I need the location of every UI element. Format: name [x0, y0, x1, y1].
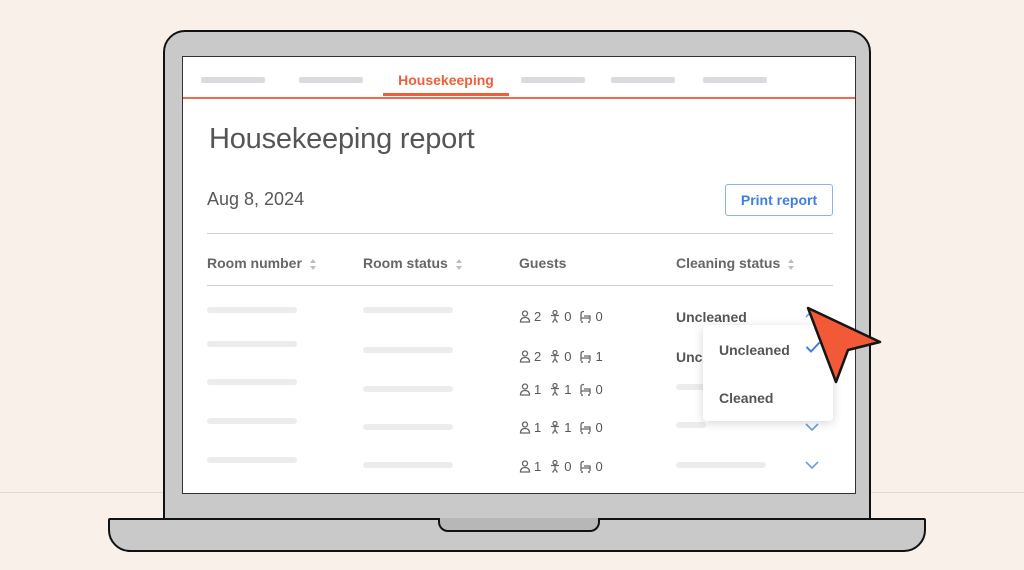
guest-counts: 1 1 0: [519, 382, 608, 397]
room-status-placeholder: [363, 347, 453, 353]
nav-tab-placeholder[interactable]: [611, 77, 675, 83]
adult-count: 1: [534, 420, 542, 435]
infant-icon: [580, 350, 592, 363]
cleaning-status-value[interactable]: Uncleaned: [676, 309, 747, 325]
laptop-screen: Housekeeping Housekeeping report Aug 8, …: [182, 56, 856, 494]
adult-count: 1: [534, 382, 542, 397]
col-header-label: Cleaning status: [676, 255, 781, 271]
infant-icon: [580, 460, 592, 473]
guest-counts: 1 1 0: [519, 420, 608, 435]
divider: [207, 285, 833, 286]
child-icon: [551, 421, 560, 434]
cleaning-status-placeholder[interactable]: [676, 422, 706, 428]
cleaning-status-placeholder[interactable]: [676, 384, 706, 390]
infant-count: 0: [595, 382, 603, 397]
print-report-button[interactable]: Print report: [725, 184, 833, 216]
nav-tab-placeholder[interactable]: [521, 77, 585, 83]
room-number-placeholder: [207, 307, 297, 313]
infant-icon: [580, 383, 592, 396]
table-row: 1 1 0: [183, 417, 855, 453]
nav-tab-placeholder[interactable]: [703, 77, 767, 83]
col-header-room-number[interactable]: Room number: [207, 255, 317, 271]
room-status-placeholder: [363, 462, 453, 468]
cursor-arrow-icon: [806, 306, 882, 384]
chevron-down-icon[interactable]: [805, 423, 819, 432]
dropdown-option-cleaned[interactable]: Cleaned: [719, 390, 773, 406]
report-date: Aug 8, 2024: [207, 189, 305, 209]
col-header-label: Room number: [207, 255, 302, 271]
adult-icon: [519, 350, 531, 363]
child-count: 0: [564, 309, 572, 324]
infant-count: 0: [595, 420, 603, 435]
laptop-notch: [438, 518, 600, 532]
room-number-placeholder: [207, 341, 297, 347]
child-icon: [551, 310, 560, 323]
guest-counts: 2 0 0: [519, 309, 608, 324]
top-nav: Housekeeping: [183, 57, 855, 99]
dropdown-option-uncleaned[interactable]: Uncleaned: [719, 342, 790, 358]
child-count: 0: [564, 459, 572, 474]
col-header-guests: Guests: [519, 255, 566, 271]
col-header-cleaning-status[interactable]: Cleaning status: [676, 255, 795, 271]
room-status-placeholder: [363, 386, 453, 392]
adult-icon: [519, 383, 531, 396]
col-header-label: Room status: [363, 255, 448, 271]
tab-housekeeping[interactable]: Housekeeping: [385, 72, 507, 88]
chevron-down-icon[interactable]: [805, 461, 819, 470]
sort-icon: [309, 258, 316, 270]
nav-tab-placeholder[interactable]: [201, 77, 265, 83]
guest-counts: 2 0 1: [519, 349, 608, 364]
child-icon: [551, 383, 560, 396]
sort-icon: [788, 258, 795, 270]
child-count: 0: [564, 349, 572, 364]
infant-count: 0: [595, 459, 603, 474]
room-number-placeholder: [207, 418, 297, 424]
adult-count: 1: [534, 459, 542, 474]
infant-icon: [580, 310, 592, 323]
col-header-room-status[interactable]: Room status: [363, 255, 463, 271]
adult-count: 2: [534, 349, 542, 364]
child-count: 1: [564, 382, 572, 397]
infant-icon: [580, 421, 592, 434]
adult-icon: [519, 460, 531, 473]
nav-tab-placeholder[interactable]: [299, 77, 363, 83]
room-status-placeholder: [363, 424, 453, 430]
adult-icon: [519, 310, 531, 323]
adult-icon: [519, 421, 531, 434]
guest-counts: 1 0 0: [519, 459, 608, 474]
col-header-label: Guests: [519, 255, 567, 271]
sort-icon: [455, 258, 462, 270]
active-tab-indicator: [383, 93, 509, 96]
infant-count: 1: [595, 349, 603, 364]
divider: [207, 233, 833, 234]
room-status-placeholder: [363, 307, 453, 313]
room-number-placeholder: [207, 379, 297, 385]
page-title: Housekeeping report: [209, 123, 475, 155]
child-count: 1: [564, 420, 572, 435]
child-icon: [551, 350, 560, 363]
table-row: 1 0 0: [183, 455, 855, 491]
infant-count: 0: [595, 309, 603, 324]
room-number-placeholder: [207, 457, 297, 463]
cleaning-status-placeholder[interactable]: [676, 462, 766, 468]
child-icon: [551, 460, 560, 473]
adult-count: 2: [534, 309, 542, 324]
